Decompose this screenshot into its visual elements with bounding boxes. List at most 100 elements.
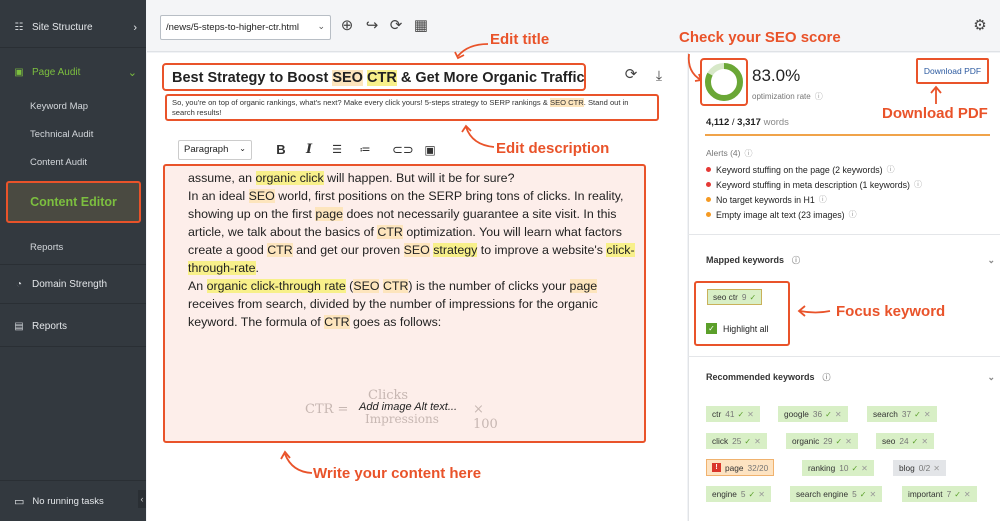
alert-item: Keyword stuffing on the page (2 keywords… [706, 164, 895, 175]
remove-icon[interactable]: ✕ [933, 464, 940, 473]
recommended-keyword-chip-overused[interactable]: ! page 32/20 [706, 459, 775, 476]
callout-edit-title: Edit title [490, 31, 550, 48]
info-icon[interactable]: ⓘ [823, 373, 831, 382]
paragraph-style-select[interactable]: Paragraph ⌄ [178, 140, 252, 160]
remove-icon[interactable]: ✕ [845, 437, 852, 446]
info-icon[interactable]: ⓘ [887, 164, 895, 175]
formula-right: × 100 [473, 402, 498, 432]
content-line: An organic click-through rate (SEO CTR) … [188, 279, 598, 329]
sidebar-subitem-reports[interactable]: Reports [30, 242, 63, 253]
sidebar-item-page-audit[interactable]: ▣ Page Audit ⌄ [0, 52, 146, 92]
remove-icon[interactable]: ✕ [861, 464, 868, 473]
recommended-keyword-chip[interactable]: engine 5 ✓ ✕ [706, 486, 771, 502]
recommended-keyword-chip-missing[interactable]: blog 0/2 ✕ [893, 460, 946, 476]
info-icon[interactable]: ⓘ [849, 209, 857, 220]
recommended-keyword-chip[interactable]: search 37 ✓ ✕ [867, 406, 937, 422]
checkbox-checked-icon[interactable]: ✓ [706, 323, 717, 334]
recommended-keywords-header[interactable]: Recommended keywords ⓘ ⌄ [706, 372, 995, 383]
keyword-text: seo [882, 436, 896, 446]
remove-icon[interactable]: ✕ [754, 437, 761, 446]
info-icon[interactable]: ⓘ [792, 256, 800, 265]
keyword-count: 9 [741, 292, 747, 302]
recommended-keywords-title: Recommended keywords [706, 372, 815, 382]
remove-icon[interactable]: ✕ [964, 490, 971, 499]
image-icon[interactable]: ▣ [420, 140, 440, 160]
recommended-keyword-chip[interactable]: organic 29 ✓ ✕ [786, 433, 858, 449]
remove-icon[interactable]: ✕ [921, 437, 928, 446]
highlight-all-toggle[interactable]: ✓ Highlight all [706, 323, 768, 334]
recommended-keyword-chip[interactable]: google 36 ✓ ✕ [778, 406, 848, 422]
collapse-sidebar-button[interactable]: ‹ [138, 490, 146, 508]
seo-score-value: 83.0% [752, 66, 801, 85]
alert-text: Keyword stuffing in meta description (1 … [716, 179, 910, 190]
url-select[interactable]: /news/5-steps-to-higher-ctr.html ⌄ [160, 15, 331, 40]
keyword-text: ctr [712, 409, 722, 419]
chevron-down-icon[interactable]: ⌄ [987, 255, 995, 266]
sidebar-item-label: Reports [32, 321, 68, 332]
sidebar-item-domain-strength[interactable]: ◔ Domain Strength [0, 264, 146, 304]
bold-icon[interactable]: B [271, 140, 291, 160]
sidebar-item-reports[interactable]: ▤ Reports [0, 307, 146, 347]
sidebar-item-label: Domain Strength [32, 278, 108, 290]
info-icon[interactable]: ⓘ [819, 194, 827, 205]
sync-icon[interactable]: ⟳ [387, 17, 405, 35]
remove-icon[interactable]: ✕ [747, 410, 754, 419]
info-icon[interactable]: ⓘ [914, 179, 922, 190]
recommended-keyword-chip[interactable]: ctr 41 ✓ ✕ [706, 406, 760, 422]
keyword-text: engine [712, 489, 737, 499]
meta-description-input[interactable]: So, you're on top of organic rankings, w… [165, 94, 659, 121]
remove-icon[interactable]: ✕ [758, 490, 765, 499]
title-keyword-highlight: SEO [332, 70, 363, 86]
info-icon[interactable]: ⓘ [815, 92, 823, 101]
info-icon[interactable]: ⓘ [744, 149, 752, 158]
check-icon: ✓ [835, 436, 843, 446]
sidebar-subitem-keyword-map[interactable]: Keyword Map [30, 101, 88, 112]
sidebar-subitem-content-audit[interactable]: Content Audit [30, 157, 87, 168]
recommended-keyword-chip[interactable]: search engine 5 ✓ ✕ [790, 486, 883, 502]
keyword-count: 29 [823, 436, 833, 446]
keyword-text: search engine [796, 489, 849, 499]
warning-icon: ! [712, 463, 721, 472]
alerts-header[interactable]: Alerts (4) ⓘ [706, 148, 752, 159]
recommended-keyword-chip[interactable]: click 25 ✓ ✕ [706, 433, 767, 449]
page-title-input[interactable]: Best Strategy to Boost SEO CTR & Get Mor… [162, 63, 586, 91]
recommended-keyword-chip[interactable]: important 7 ✓ ✕ [902, 486, 977, 502]
download-pdf-button[interactable]: Download PDF [916, 58, 989, 84]
recommended-keyword-chip[interactable]: ranking 10 ✓ ✕ [802, 460, 874, 476]
sidebar-subitem-content-editor[interactable]: Content Editor [6, 181, 141, 223]
content-line: assume, an organic click will happen. Bu… [188, 171, 515, 185]
remove-icon[interactable]: ✕ [924, 410, 931, 419]
sidebar-item-site-structure[interactable]: ☷ Site Structure › [0, 8, 146, 48]
callout-write-content: Write your content here [313, 465, 482, 482]
gear-icon[interactable]: ⚙ [971, 17, 989, 35]
link-icon[interactable]: ⊂⊃ [392, 140, 414, 160]
share-icon[interactable]: ↪ [363, 17, 381, 35]
add-icon[interactable]: ⊕ [338, 17, 356, 35]
recommended-keyword-chip[interactable]: seo 24 ✓ ✕ [876, 433, 935, 449]
remove-icon[interactable]: ✕ [869, 490, 876, 499]
bullet-list-icon[interactable]: ≔ [355, 140, 375, 160]
content-editor-area[interactable]: assume, an organic click will happen. Bu… [163, 164, 646, 443]
site-structure-icon: ☷ [14, 22, 24, 33]
keyword-text: seo ctr [713, 292, 738, 302]
chevron-down-icon[interactable]: ⌄ [987, 372, 995, 383]
description-keyword-highlight: SEO CTR [550, 98, 584, 107]
keyword-count: 7 [946, 489, 952, 499]
download-icon[interactable]: ⤓ [650, 66, 668, 84]
chevron-down-icon: ⌄ [239, 144, 246, 153]
report-icon: ▤ [14, 321, 24, 332]
chevron-down-icon: ⌄ [317, 21, 325, 31]
italic-icon[interactable]: I [299, 140, 319, 160]
calendar-search-icon[interactable]: ▦ [412, 17, 430, 35]
alert-text: No target keywords in H1 [716, 194, 815, 205]
ordered-list-icon[interactable]: ☰ [327, 140, 347, 160]
mapped-keywords-header[interactable]: Mapped keywords ⓘ ⌄ [706, 255, 995, 266]
refresh-icon[interactable]: ⟳ [622, 66, 640, 84]
tasks-icon: ▭ [14, 495, 25, 508]
check-icon: ✓ [914, 409, 921, 419]
focus-keyword-chip[interactable]: seo ctr 9 ✓ [707, 289, 763, 305]
sidebar-subitem-technical-audit[interactable]: Technical Audit [30, 129, 93, 140]
highlight-all-label: Highlight all [723, 323, 769, 334]
remove-icon[interactable]: ✕ [835, 410, 842, 419]
image-alt-text-input[interactable]: Add image Alt text... [359, 401, 457, 413]
